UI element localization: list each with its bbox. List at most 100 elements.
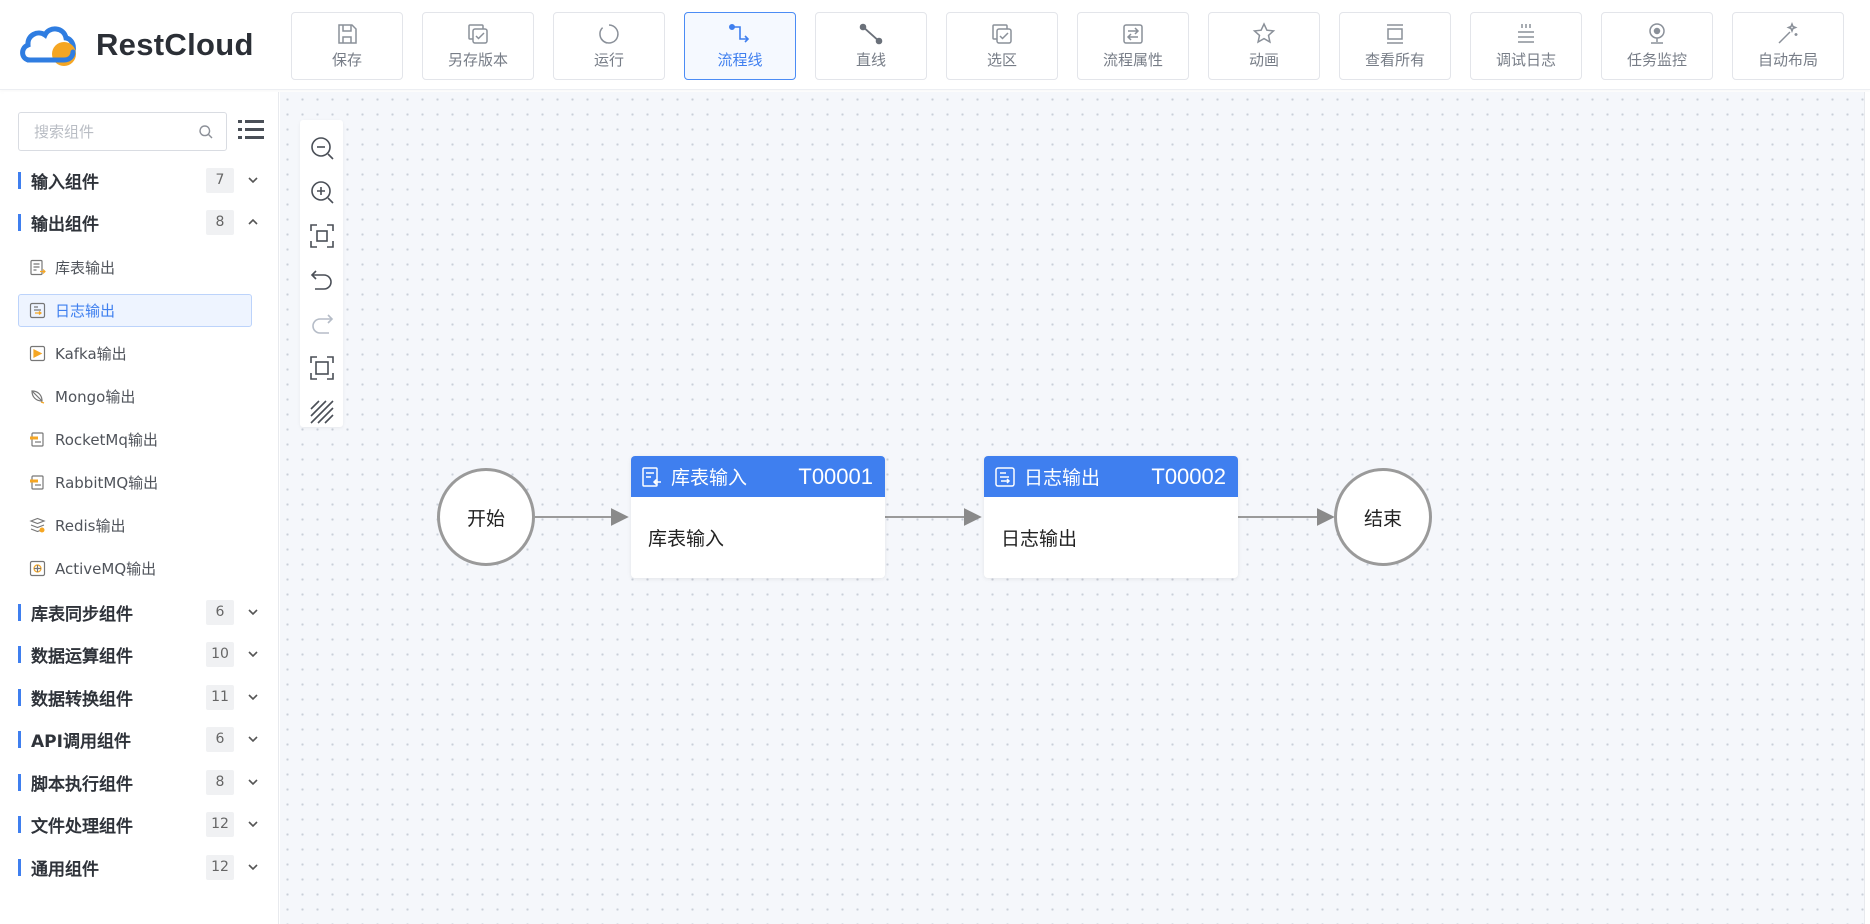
debug-log-button[interactable]: 调试日志 [1470,12,1582,80]
straight-line-button[interactable]: 直线 [815,12,927,80]
component-item-log-output[interactable]: 日志输出 [18,294,252,327]
chevron-down-icon [248,694,258,701]
component-item-rocketmq-output[interactable]: RocketMq输出 [18,423,252,456]
group-file-components[interactable]: 文件处理组件 12 [18,807,260,841]
flow-properties-button[interactable]: 流程属性 [1077,12,1189,80]
task-node-title: 日志输出 [1024,467,1101,489]
flow-canvas[interactable]: 开始 库表输入 T00001 库表输入 日志输出 T00002 日志输出 结束 [280,92,1864,924]
rabbitmq-icon [30,475,44,490]
group-output-components[interactable]: 输出组件 8 [18,205,260,239]
task-node-body: 日志输出 [1001,528,1078,550]
log-output-icon [995,466,1015,487]
group-table-sync-components[interactable]: 库表同步组件 6 [18,595,260,629]
straight-line-label: 直线 [855,51,886,69]
flowline-icon [728,23,750,43]
task-node-body: 库表输入 [648,528,725,550]
flow-properties-label: 流程属性 [1102,51,1163,69]
chevron-up-icon [248,218,258,225]
animation-button[interactable]: 动画 [1208,12,1320,80]
component-item-label: Mongo输出 [55,388,136,406]
monitor-camera-icon [1649,23,1665,44]
header-bar: RestCloud 保存 另存版本 运行 流程线 直线 选区 流程属性 动画 查… [0,0,1870,90]
selection-button[interactable]: 选区 [946,12,1058,80]
group-common-components[interactable]: 通用组件 12 [18,850,260,884]
task-node-id: T00002 [1151,463,1226,489]
rocketmq-icon [30,432,44,447]
task-monitor-label: 任务监控 [1626,51,1687,69]
component-item-mongo-output[interactable]: Mongo输出 [18,380,252,413]
group-accent-bar [18,815,21,833]
component-search [18,112,227,151]
main-toolbar: 保存 另存版本 运行 流程线 直线 选区 流程属性 动画 查看所有 调试日志 任… [291,12,1844,80]
task-node-t00001[interactable]: 库表输入 T00001 库表输入 [631,456,885,578]
run-icon [599,24,619,44]
selection-icon [992,24,1012,44]
magic-wand-icon [1778,22,1798,44]
component-item-kafka-output[interactable]: Kafka输出 [18,337,252,370]
group-script-components[interactable]: 脚本执行组件 8 [18,765,260,799]
run-button[interactable]: 运行 [553,12,665,80]
component-item-table-output[interactable]: 库表输出 [18,251,252,284]
view-all-button[interactable]: 查看所有 [1339,12,1451,80]
group-name: API调用组件 [31,731,131,752]
group-name: 库表同步组件 [31,604,133,625]
group-count-badge: 6 [206,726,234,752]
task-monitor-button[interactable]: 任务监控 [1601,12,1713,80]
end-node-label: 结束 [1363,507,1402,530]
kafka-icon [29,345,46,362]
auto-layout-button[interactable]: 自动布局 [1732,12,1844,80]
view-all-label: 查看所有 [1364,51,1425,69]
component-item-rabbitmq-output[interactable]: RabbitMQ输出 [18,466,252,499]
group-count-badge: 7 [206,167,234,193]
app-window: RestCloud 保存 另存版本 运行 流程线 直线 选区 流程属性 动画 查… [0,0,1870,924]
chevron-down-icon [248,864,258,871]
group-count-badge: 6 [206,599,234,625]
flowline-button[interactable]: 流程线 [684,12,796,80]
group-accent-bar [18,688,21,706]
task-node-title: 库表输入 [671,467,748,489]
save-button[interactable]: 保存 [291,12,403,80]
group-count-badge: 8 [206,209,234,235]
app-name: RestCloud [96,27,254,62]
component-item-activemq-output[interactable]: ActiveMQ输出 [18,552,252,585]
properties-icon [1123,24,1143,44]
component-item-label: RabbitMQ输出 [55,474,159,492]
table-output-icon [30,259,46,276]
task-node-id: T00001 [798,463,873,489]
flow-diagram: 开始 库表输入 T00001 库表输入 日志输出 T00002 日志输出 结束 [280,92,1864,924]
task-node-t00002[interactable]: 日志输出 T00002 日志输出 [984,456,1238,578]
group-data-transform-components[interactable]: 数据转换组件 11 [18,680,260,714]
component-search-input[interactable] [20,114,190,149]
task-node-header: 库表输入 T00001 [631,456,885,497]
chevron-down-icon [248,821,258,828]
chevron-down-icon [248,779,258,786]
start-node[interactable]: 开始 [437,468,535,566]
group-name: 数据运算组件 [31,646,133,667]
group-api-call-components[interactable]: API调用组件 6 [18,722,260,756]
save-version-label: 另存版本 [447,51,508,69]
search-icon[interactable] [198,124,214,140]
auto-layout-label: 自动布局 [1757,51,1818,69]
group-accent-bar [18,730,21,748]
end-node[interactable]: 结束 [1334,468,1432,566]
mongo-leaf-icon [31,390,45,404]
group-name: 输入组件 [31,172,99,193]
group-input-components[interactable]: 输入组件 7 [18,163,260,197]
animation-label: 动画 [1248,51,1279,69]
component-item-label: 日志输出 [55,302,116,320]
selection-label: 选区 [986,51,1017,69]
right-edge-panel [1864,92,1870,924]
straight-line-icon [859,23,883,45]
save-icon [338,24,357,44]
logo: RestCloud [18,22,254,68]
group-accent-bar [18,858,21,876]
chevron-down-icon [248,651,258,658]
list-view-icon[interactable] [236,115,266,145]
component-item-redis-output[interactable]: Redis输出 [18,509,252,542]
component-sidebar: 输入组件 7 输出组件 8 库表输出 日志输出 Kafka输出 Mongo输出 [4,92,279,924]
group-data-compute-components[interactable]: 数据运算组件 10 [18,637,260,671]
save-version-button[interactable]: 另存版本 [422,12,534,80]
group-name: 数据转换组件 [31,689,133,710]
group-count-badge: 12 [206,854,234,880]
save-label: 保存 [331,51,362,69]
